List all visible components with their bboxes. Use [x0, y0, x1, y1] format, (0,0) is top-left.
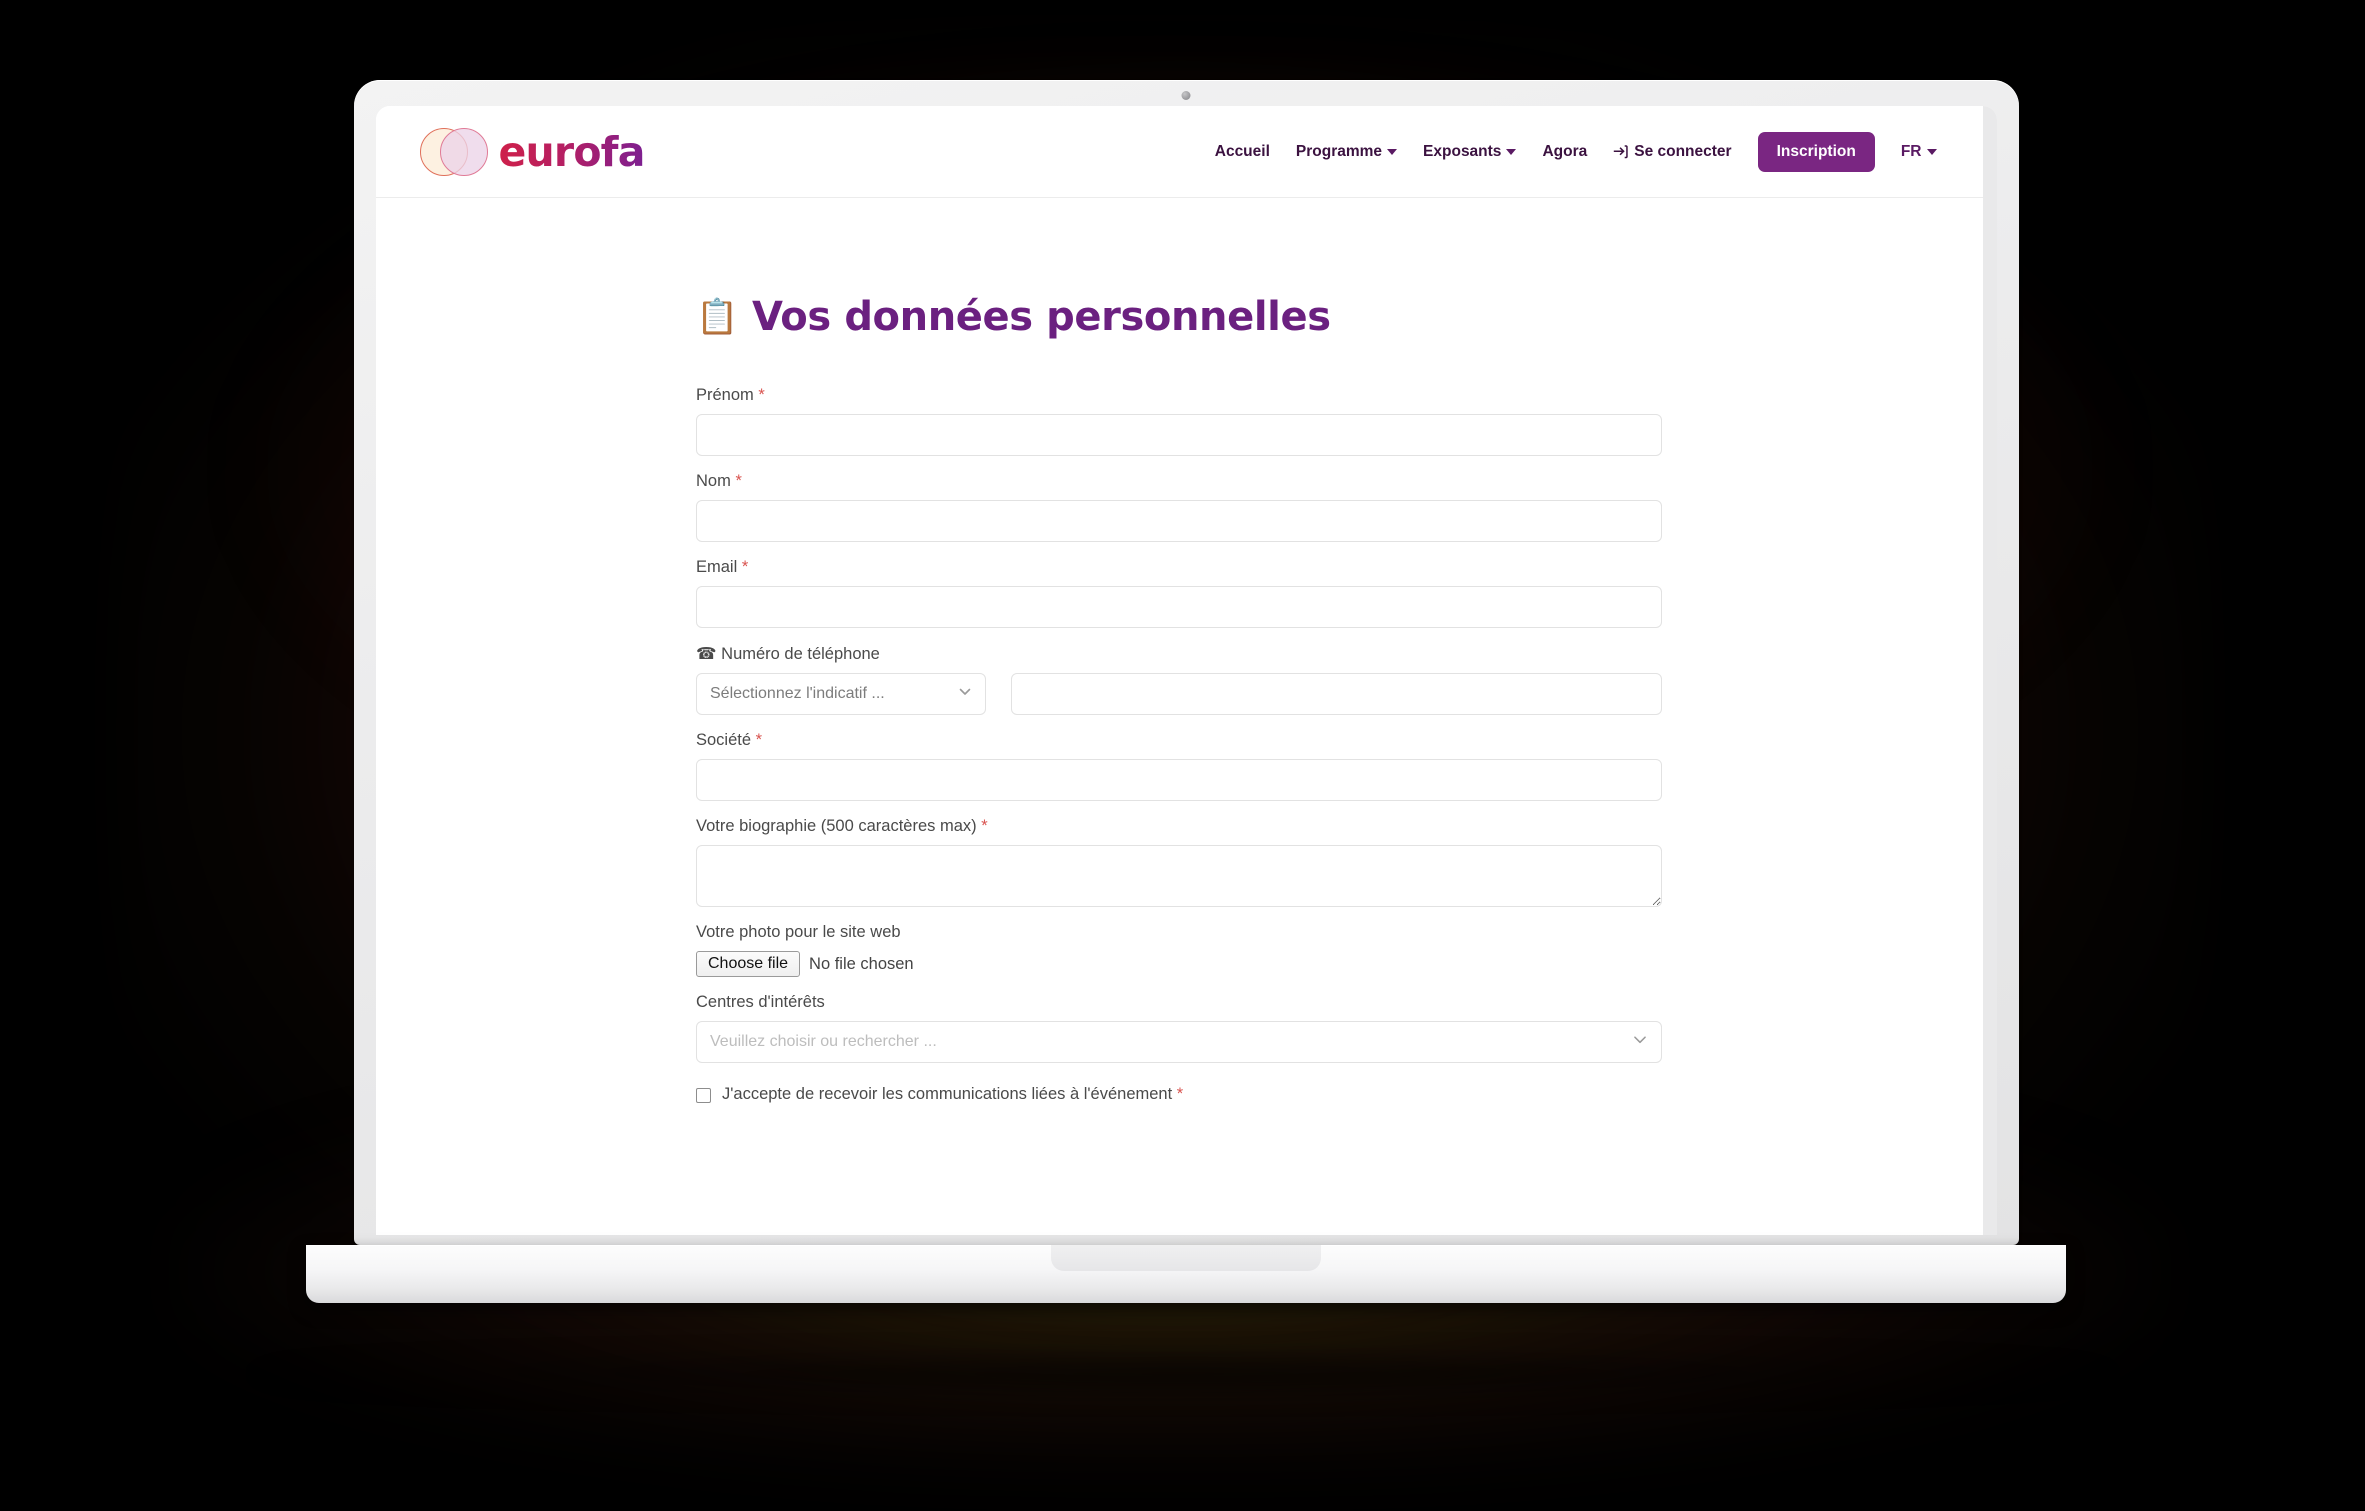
nav-item-agora[interactable]: Agora	[1542, 143, 1587, 161]
label-bio-text: Votre biographie (500 caractères max)	[696, 817, 977, 835]
language-selector[interactable]: FR	[1901, 143, 1937, 161]
label-lastname-text: Nom	[696, 472, 731, 490]
bio-textarea[interactable]	[696, 845, 1662, 907]
required-marker: *	[735, 472, 742, 490]
required-marker: *	[981, 817, 988, 835]
field-email: Email *	[696, 558, 1662, 628]
brand-logo[interactable]: eurofa	[419, 127, 646, 176]
choose-file-button[interactable]: Choose file	[696, 951, 801, 977]
site-header: eurofa Accueil Programme Exposants Agora…	[375, 106, 1983, 198]
browser-page: eurofa Accueil Programme Exposants Agora…	[375, 106, 1983, 1235]
laptop-base-notch	[1051, 1245, 1321, 1271]
label-firstname: Prénom *	[696, 386, 1662, 405]
label-company-text: Société	[696, 731, 752, 749]
company-input[interactable]	[696, 759, 1662, 801]
email-input[interactable]	[696, 586, 1662, 628]
brand-circles-icon	[419, 127, 488, 176]
label-interests: Centres d'intérêts	[696, 993, 825, 1011]
main-navigation: Accueil Programme Exposants Agora Se con…	[1215, 131, 1937, 172]
label-photo: Votre photo pour le site web	[696, 923, 901, 941]
signin-label: Se connecter	[1634, 142, 1732, 160]
file-input-row: Choose file No file chosen	[696, 951, 1662, 977]
nav-item-programme[interactable]: Programme	[1295, 142, 1398, 161]
nav-item-exposants[interactable]: Exposants	[1423, 142, 1517, 161]
field-interests: Centres d'intérêts	[696, 993, 1662, 1063]
label-bio: Votre biographie (500 caractères max) *	[696, 817, 1662, 836]
field-firstname: Prénom *	[696, 386, 1662, 456]
clipboard-icon: 📋	[696, 297, 738, 337]
field-phone: ☎ Numéro de téléphone	[696, 644, 1662, 715]
phone-number-wrap	[1011, 673, 1662, 715]
file-status-text: No file chosen	[809, 954, 914, 973]
laptop-mockup: eurofa Accueil Programme Exposants Agora…	[306, 80, 2066, 1303]
field-company: Société *	[696, 731, 1662, 801]
language-label: FR	[1900, 142, 1922, 160]
page-content: 📋 Vos données personnelles Prénom * Nom …	[376, 198, 1983, 1104]
sign-in-icon	[1613, 144, 1629, 160]
field-bio: Votre biographie (500 caractères max) *	[696, 817, 1662, 907]
field-lastname: Nom *	[696, 472, 1662, 542]
phone-row	[696, 673, 1662, 715]
label-lastname: Nom *	[696, 472, 1662, 491]
required-marker: *	[741, 558, 749, 576]
field-consent: J'accepte de recevoir les communications…	[696, 1085, 1662, 1104]
consent-label: J'accepte de recevoir les communications…	[722, 1085, 1183, 1104]
required-marker: *	[755, 731, 763, 749]
nav-label-exposants: Exposants	[1423, 142, 1502, 160]
screenshot-stage: eurofa Accueil Programme Exposants Agora…	[0, 0, 2365, 1511]
required-marker: *	[1176, 1085, 1184, 1103]
label-phone-text: Numéro de téléphone	[721, 645, 880, 663]
country-code-select[interactable]	[696, 673, 986, 715]
nav-label-accueil: Accueil	[1214, 142, 1270, 160]
signin-link[interactable]: Se connecter	[1613, 142, 1732, 161]
brand-name: eurofa	[498, 127, 646, 176]
interests-select-wrap	[696, 1021, 1662, 1063]
interests-input[interactable]	[696, 1021, 1662, 1063]
label-email-text: Email	[696, 558, 738, 576]
chevron-down-icon	[1387, 148, 1398, 155]
chevron-down-icon	[1506, 148, 1517, 155]
telephone-icon: ☎	[696, 645, 717, 663]
lastname-input[interactable]	[696, 500, 1662, 542]
nav-item-accueil[interactable]: Accueil	[1215, 143, 1270, 161]
chevron-down-icon	[1926, 148, 1937, 155]
nav-label-agora: Agora	[1542, 142, 1588, 160]
personal-data-form: 📋 Vos données personnelles Prénom * Nom …	[696, 294, 1662, 1104]
firstname-input[interactable]	[696, 414, 1662, 456]
consent-label-text: J'accepte de recevoir les communications…	[722, 1085, 1173, 1103]
laptop-base	[306, 1245, 2066, 1303]
consent-checkbox[interactable]	[696, 1088, 711, 1103]
label-company: Société *	[696, 731, 1662, 750]
label-phone: ☎ Numéro de téléphone	[696, 644, 1662, 664]
nav-label-programme: Programme	[1295, 142, 1383, 160]
laptop-screen: eurofa Accueil Programme Exposants Agora…	[375, 106, 1997, 1235]
label-email: Email *	[696, 558, 1662, 577]
field-photo: Votre photo pour le site web Choose file…	[696, 923, 1662, 977]
required-marker: *	[758, 386, 765, 404]
page-title-text: Vos données personnelles	[751, 294, 1331, 340]
register-button[interactable]: Inscription	[1757, 131, 1875, 172]
webcam-icon	[1181, 91, 1191, 100]
phone-number-input[interactable]	[1011, 673, 1662, 715]
country-code-select-wrap	[696, 673, 986, 715]
laptop-drop-shadow	[242, 1354, 2123, 1394]
laptop-lid: eurofa Accueil Programme Exposants Agora…	[353, 80, 2019, 1245]
screen-right-gutter	[1982, 106, 1997, 1235]
page-title: 📋 Vos données personnelles	[696, 294, 1662, 340]
label-firstname-text: Prénom	[696, 386, 754, 404]
